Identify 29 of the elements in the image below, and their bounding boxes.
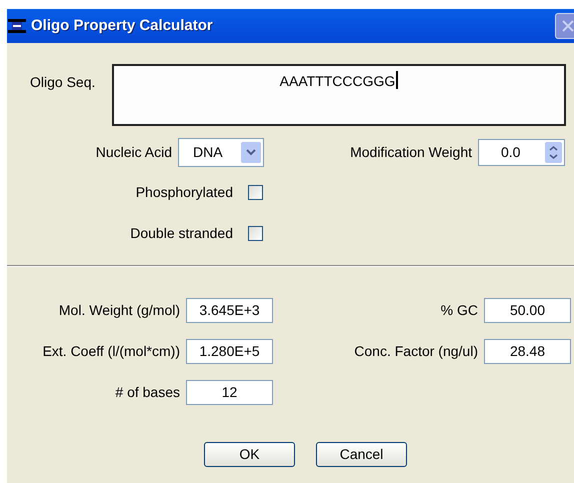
field-label: Modification Weight	[349, 143, 472, 162]
sequence-text: AAATTTCCCGGG	[280, 71, 398, 89]
field-label: Mol. Weight (g/mol)	[58, 301, 180, 320]
checkbox[interactable]	[248, 185, 263, 200]
result-field[interactable]: 12	[186, 380, 273, 405]
field-label: # of bases	[114, 383, 180, 402]
sequence-field[interactable]: AAATTTCCCGGG	[112, 64, 566, 126]
dialog-button[interactable]: OK	[204, 442, 295, 467]
result-field[interactable]: 3.645E+3	[186, 298, 273, 323]
checkbox-label: Double stranded	[129, 224, 233, 243]
field-label: Oligo Seq.	[30, 73, 96, 92]
spinner-value: 0.0	[501, 143, 520, 162]
field-label: Ext. Coeff (l/(mol*cm))	[42, 342, 180, 361]
result-field[interactable]: 1.280E+5	[186, 339, 273, 364]
result-field[interactable]: 28.48	[484, 339, 571, 364]
field-label: Conc. Factor (ng/ul)	[353, 342, 478, 361]
dropdown-value: DNA	[193, 143, 223, 162]
field-label: % GC	[440, 301, 478, 320]
window-title: Oligo Property Calculator	[31, 16, 213, 36]
app-icon	[8, 19, 26, 33]
modification-weight-spinner[interactable]: 0.0	[478, 139, 565, 166]
field-label: Nucleic Acid	[94, 143, 172, 162]
checkbox[interactable]	[248, 226, 263, 241]
checkbox-label: Phosphorylated	[134, 183, 233, 202]
nucleic-acid-dropdown[interactable]: DNA	[178, 138, 264, 167]
dialog-button[interactable]: Cancel	[316, 442, 407, 467]
result-field[interactable]: 50.00	[484, 298, 571, 323]
spinner-arrows-icon	[545, 142, 562, 163]
close-icon	[561, 19, 574, 33]
